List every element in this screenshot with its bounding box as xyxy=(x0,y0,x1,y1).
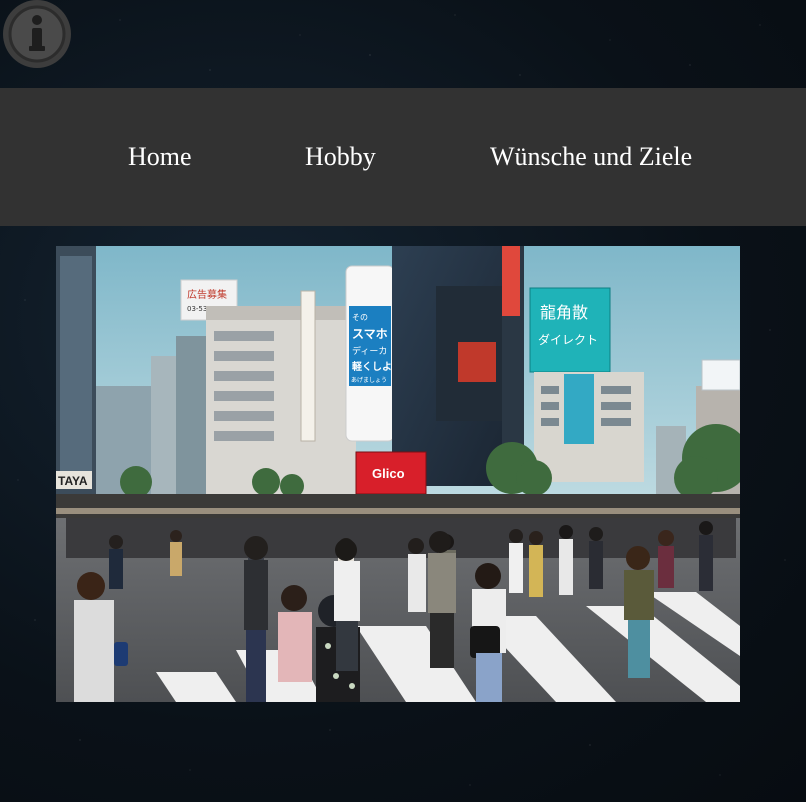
teal-billboard-line-2: ダイレクト xyxy=(538,332,598,347)
main-navbar: Home Hobby Wünsche und Ziele xyxy=(0,88,806,226)
tall-sign-line-1: その xyxy=(352,313,368,322)
billboard-line-1: 広告募集 xyxy=(187,288,227,301)
glico-text: Glico xyxy=(372,466,405,481)
tall-sign-line-2: スマホ xyxy=(352,327,388,341)
left-glass-tower: TAYA xyxy=(56,246,96,516)
tall-sign-line-5: あげましょう xyxy=(351,376,387,384)
nav-hobby-link[interactable]: Hobby xyxy=(305,142,376,172)
tall-sign-line-4: 軽くしよ xyxy=(352,360,392,373)
teal-billboard-line-1: 龍角散 xyxy=(540,303,588,322)
tall-cylindrical-billboard: その スマホ ディーカ 軽くしよ あげましょう xyxy=(345,265,395,442)
info-icon xyxy=(3,0,71,68)
info-button[interactable] xyxy=(0,0,76,70)
tall-sign-line-3: ディーカ xyxy=(352,345,387,357)
taya-sign: TAYA xyxy=(58,474,88,488)
teal-billboard: 龍角散 ダイレクト xyxy=(529,287,611,373)
hero-image: TAYA 広告募集 03-5337-2468 xyxy=(56,246,740,702)
nav-wishes-goals-link[interactable]: Wünsche und Ziele xyxy=(490,142,692,172)
nav-home-link[interactable]: Home xyxy=(128,142,192,172)
red-led-screen: Glico xyxy=(355,451,427,495)
city-crossing-illustration: TAYA 広告募集 03-5337-2468 xyxy=(56,246,740,702)
